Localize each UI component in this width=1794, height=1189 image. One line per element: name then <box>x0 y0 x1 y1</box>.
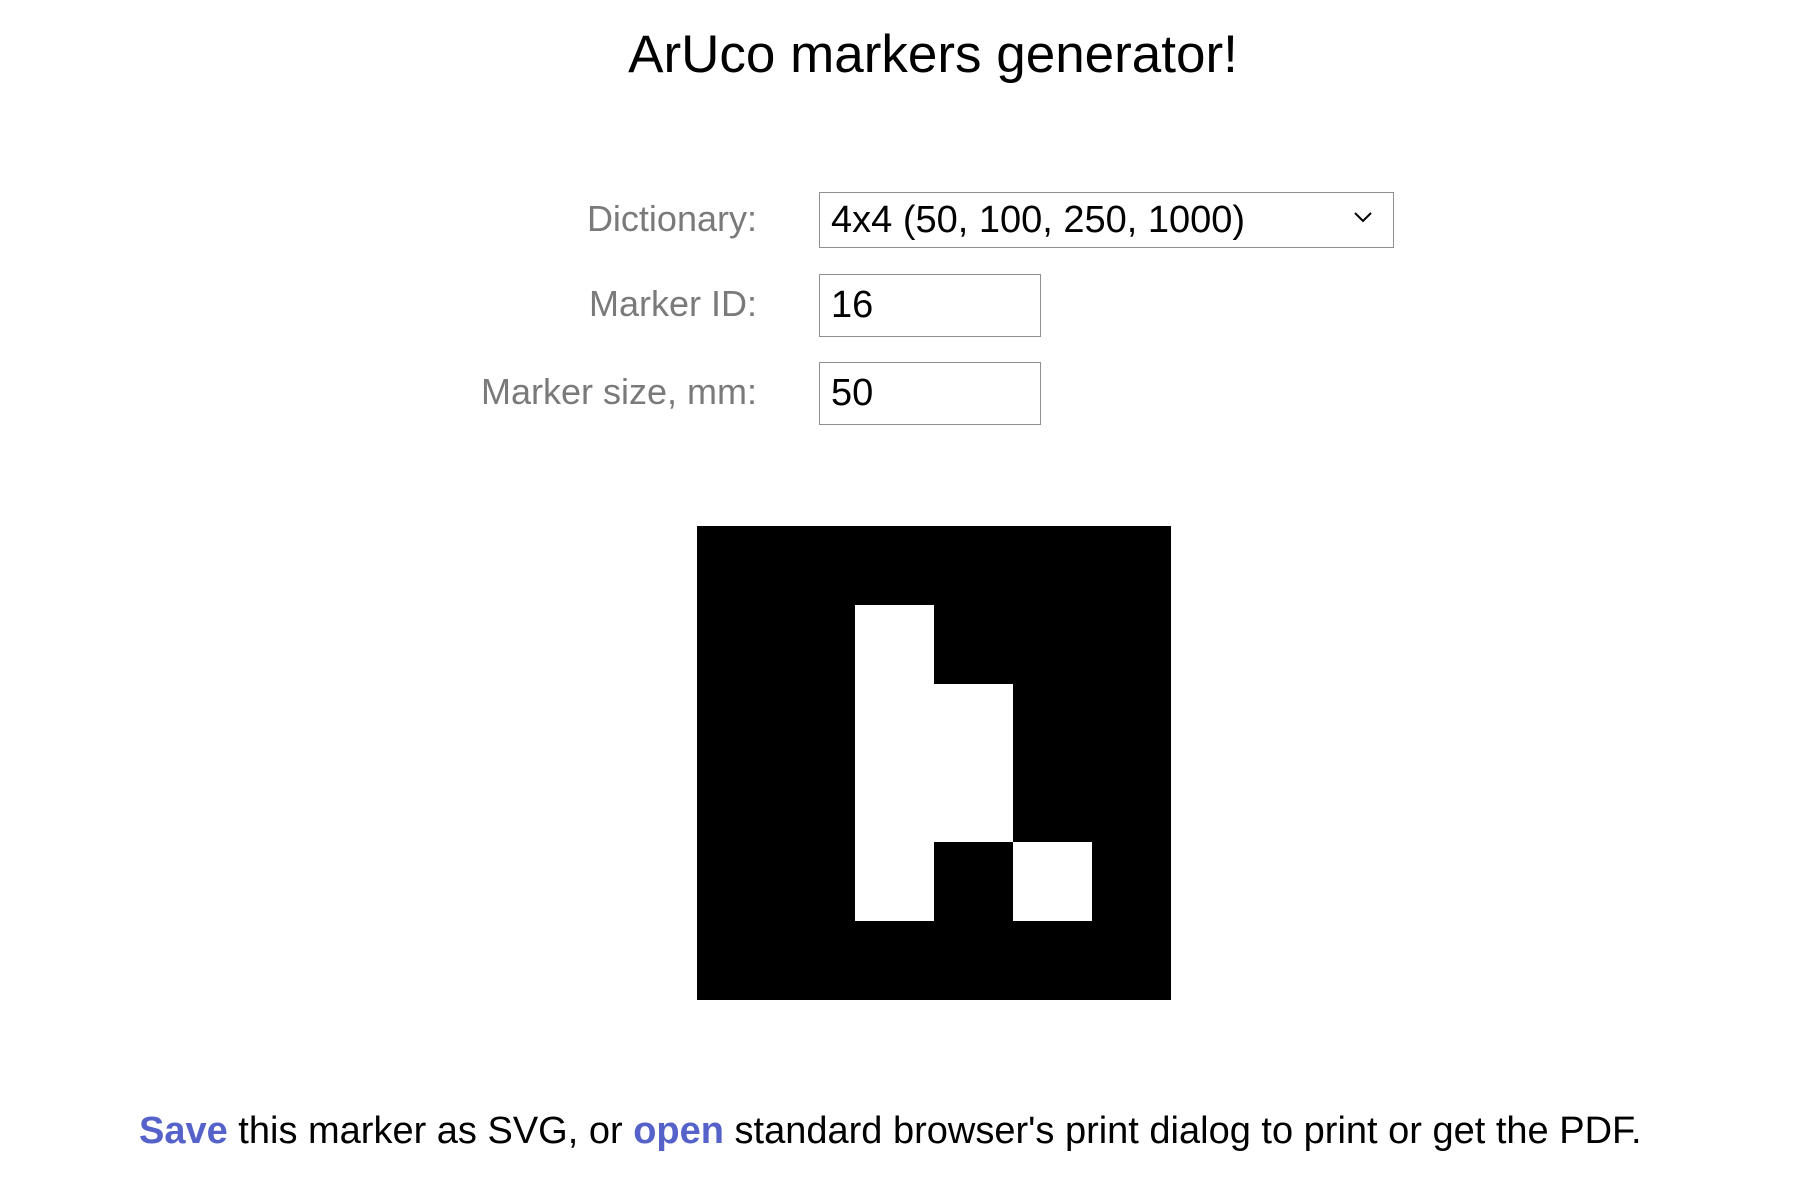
marker-cell-white <box>934 684 1013 763</box>
marker-cell-white <box>855 842 934 921</box>
marker-id-input[interactable]: 16 <box>819 274 1041 337</box>
marker-cell-white <box>855 684 934 763</box>
save-link[interactable]: Save <box>139 1110 228 1152</box>
dictionary-label: Dictionary: <box>586 198 757 239</box>
page-title: ArUco markers generator! <box>628 25 1238 84</box>
marker-cell-white <box>934 763 1013 842</box>
dictionary-select[interactable]: 4x4 (50, 100, 250, 1000) <box>819 192 1394 248</box>
marker-id-label: Marker ID: <box>588 283 757 324</box>
footer-text: Save this marker as SVG, or open standar… <box>139 1110 1642 1153</box>
footer-text-1: this marker as SVG, or <box>227 1110 634 1152</box>
marker-size-label: Marker size, mm: <box>480 371 757 412</box>
chevron-down-icon <box>1354 212 1372 223</box>
footer-text-2: standard browser's print dialog to print… <box>723 1110 1642 1152</box>
open-print-link[interactable]: open <box>633 1110 724 1152</box>
dictionary-selected-value: 4x4 (50, 100, 250, 1000) <box>831 198 1246 241</box>
marker-cell-white <box>855 605 934 684</box>
marker-size-input[interactable]: 50 <box>819 362 1041 425</box>
marker-cell-white <box>1013 842 1092 921</box>
marker-size-value: 50 <box>831 372 874 414</box>
marker-id-value: 16 <box>831 284 874 326</box>
marker-cell-white <box>855 763 934 842</box>
aruco-marker <box>697 526 1171 1000</box>
